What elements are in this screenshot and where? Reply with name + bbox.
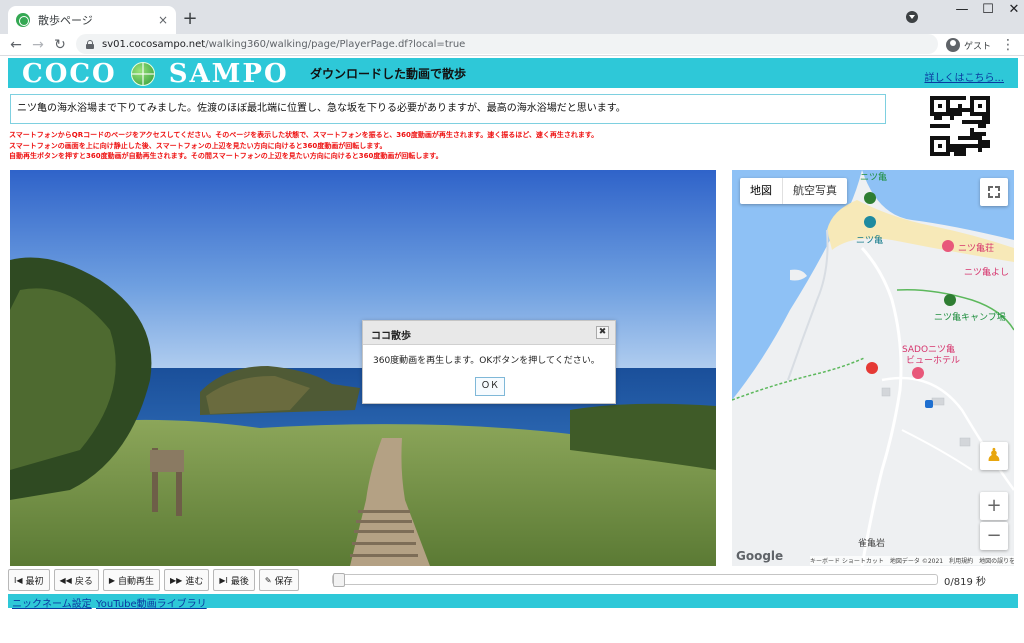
qr-module — [986, 152, 990, 156]
nickname-settings-link[interactable]: ニックネーム設定 — [12, 595, 92, 610]
map-type-toggle: 地図 航空写真 — [740, 178, 847, 204]
lock-icon — [86, 39, 94, 49]
forward-arrow-icon[interactable]: → — [28, 35, 48, 55]
close-icon[interactable]: ✖ — [596, 326, 609, 339]
first-button[interactable]: I◀ 最初 — [8, 569, 50, 591]
google-logo: Google — [736, 549, 784, 563]
back-button[interactable]: ◀◀ 戻る — [53, 569, 99, 591]
map-attribution[interactable]: キーボード ショートカット 地図データ ©2021 利用規約 地図の誤りを報告す… — [810, 556, 1014, 565]
fullscreen-icon — [987, 185, 1001, 199]
globe-icon — [130, 62, 155, 86]
close-window-button[interactable]: ✕ — [1000, 0, 1024, 22]
street-view-pegman-icon[interactable]: ♟ — [980, 442, 1008, 470]
rewind-icon: ◀◀ — [59, 575, 72, 585]
time-readout: 0/819 秒 — [944, 577, 986, 588]
address-bar[interactable]: sv01.cocosampo.net/walking360/walking/pa… — [76, 34, 938, 54]
new-tab-button[interactable]: + — [180, 8, 200, 29]
save-button[interactable]: ✎ 保存 — [258, 569, 299, 591]
favicon-icon — [16, 13, 30, 27]
site-footer: ニックネーム設定 YouTube動画ライブラリ — [8, 594, 1018, 610]
site-header: COCO SAMPO ダウンロードした動画で散歩 詳しくはこちら... — [8, 58, 1018, 89]
details-link[interactable]: 詳しくはこちら... — [924, 69, 1004, 84]
auto-play-button[interactable]: ▶ 自動再生 — [102, 569, 161, 591]
map-type-map-button[interactable]: 地図 — [740, 178, 783, 204]
forward-button[interactable]: ▶▶ 進む — [164, 569, 210, 591]
browser-tabstrip: 散歩ページ × + — ☐ ✕ — [0, 0, 1024, 34]
page-title: ダウンロードした動画で散歩 — [310, 67, 467, 81]
confirm-dialog: ココ散歩 ✖ 360度動画を再生します。OKボタンを押してください。 ＯＫ — [362, 320, 616, 404]
map-label-futatsugame-yoshi: ニツ亀よし — [964, 268, 1010, 278]
tab-title: 散歩ページ — [38, 14, 93, 27]
browser-tab[interactable]: 散歩ページ × — [8, 6, 176, 34]
map-tiles — [732, 170, 1014, 566]
youtube-library-link[interactable]: YouTube動画ライブラリ — [96, 595, 207, 610]
instructions: スマートフォンからQRコードのページをアクセスしてください。そのページを表示した… — [9, 130, 598, 162]
zoom-in-button[interactable]: + — [980, 492, 1008, 520]
ok-button[interactable]: ＯＫ — [475, 377, 505, 396]
browser-toolbar: ← → ↻ sv01.cocosampo.net/walking360/walk… — [0, 34, 1024, 56]
back-arrow-icon[interactable]: ← — [6, 35, 26, 55]
instruction-line: スマートフォンからQRコードのページをアクセスしてください。そのページを表示した… — [9, 131, 599, 139]
skip-start-icon: I◀ — [14, 575, 23, 585]
fullscreen-button[interactable] — [980, 178, 1008, 206]
zoom-out-button[interactable]: − — [980, 522, 1008, 550]
map-view[interactable]: 地図 航空写真 ♟ + − ニツ亀 ニツ亀 ニツ亀荘 ニツ亀よし ニツ亀キャンプ… — [732, 170, 1014, 566]
skip-end-icon: ▶I — [219, 575, 228, 585]
fast-forward-icon: ▶▶ — [170, 575, 183, 585]
instruction-line: スマートフォンの画面を上に向け静止した後、スマートフォンの上辺を見たい方向に向け… — [9, 141, 387, 150]
map-label-futatsugame: ニツ亀 — [856, 236, 884, 246]
map-label-hotel-2: ビューホテル — [906, 356, 961, 366]
playback-controls: I◀ 最初 ◀◀ 戻る ▶ 自動再生 ▶▶ 進む ▶I 最後 ✎ 保存 — [8, 569, 299, 591]
map-type-satellite-button[interactable]: 航空写真 — [783, 178, 847, 204]
map-label-futatsugame-so: ニツ亀荘 — [958, 244, 995, 254]
instruction-line: 自動再生ボタンを押すと360度動画が自動再生されます。その間スマートフォンの上辺… — [9, 152, 443, 160]
play-icon: ▶ — [108, 575, 116, 585]
profile-button[interactable]: ゲスト — [946, 35, 991, 55]
site-logo: COCO SAMPO — [22, 59, 289, 89]
map-label-futatsugame-top: ニツ亀 — [860, 173, 888, 183]
browser-menu-icon[interactable]: ⋮ — [1000, 35, 1016, 55]
maximize-button[interactable]: ☐ — [974, 0, 1002, 22]
dialog-title: ココ散歩 ✖ — [363, 321, 615, 345]
reload-icon[interactable]: ↻ — [50, 35, 70, 55]
pencil-icon: ✎ — [264, 575, 272, 585]
description-textarea[interactable]: ニツ亀の海水浴場まで下りてみました。佐渡のほぼ最北端に位置し、急な坂を下りる必要… — [10, 94, 886, 124]
dialog-message: 360度動画を再生します。OKボタンを押してください。 — [373, 356, 600, 366]
minimize-button[interactable]: — — [948, 0, 976, 22]
map-label-suzumegame: 雀亀岩 — [858, 539, 886, 549]
tab-close-icon[interactable]: × — [158, 13, 168, 27]
qr-code — [930, 96, 990, 156]
url-text: sv01.cocosampo.net/walking360/walking/pa… — [102, 38, 466, 50]
slider-handle[interactable] — [333, 573, 345, 587]
progress-slider[interactable] — [332, 573, 938, 587]
avatar-icon — [946, 38, 960, 52]
map-label-camp: ニツ亀キャンプ場 — [934, 313, 1006, 323]
profile-label: ゲスト — [964, 41, 992, 52]
last-button[interactable]: ▶I 最後 — [213, 569, 255, 591]
tab-search-icon[interactable] — [906, 11, 918, 23]
